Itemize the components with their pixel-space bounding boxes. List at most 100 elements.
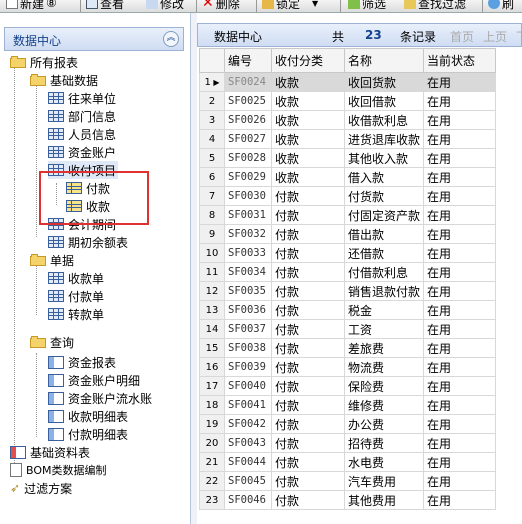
table-row[interactable]: 22 SF0045 付款 汽车费用 在用 [199, 471, 497, 491]
tree-node-fund-account-detail[interactable]: 资金账户明细 [48, 371, 140, 389]
category-cell[interactable]: 付款 [271, 205, 345, 225]
row-number-cell[interactable]: 5 [199, 148, 225, 168]
table-row[interactable]: 17 SF0040 付款 保险费 在用 [199, 376, 497, 396]
table-row[interactable]: 16 SF0039 付款 物流费 在用 [199, 357, 497, 377]
table-row[interactable]: 15 SF0038 付款 差旅费 在用 [199, 338, 497, 358]
name-cell[interactable]: 付借款利息 [343, 262, 425, 282]
table-row[interactable]: 13 SF0036 付款 税金 在用 [199, 300, 497, 320]
table-row[interactable]: 1 ▶ SF0024 收款 收回货款 在用 [199, 72, 497, 92]
category-cell[interactable]: 付款 [271, 452, 345, 472]
code-cell[interactable]: SF0033 [224, 243, 272, 263]
code-cell[interactable]: SF0028 [224, 148, 272, 168]
prev-page-link[interactable]: 上页 [483, 28, 507, 45]
collapse-up-icon[interactable]: ︽ [163, 31, 179, 47]
row-number-cell[interactable]: 14 [199, 319, 225, 339]
name-cell[interactable]: 招待费 [343, 433, 425, 453]
category-cell[interactable]: 付款 [271, 338, 345, 358]
view-button[interactable]: 查看 [86, 0, 124, 11]
name-cell[interactable]: 其他收入款 [343, 148, 425, 168]
code-cell[interactable]: SF0026 [224, 110, 272, 130]
category-cell[interactable]: 付款 [271, 281, 345, 301]
table-row[interactable]: 3 SF0026 收款 收借款利息 在用 [199, 110, 497, 130]
row-number-cell[interactable]: 7 [199, 186, 225, 206]
row-number-cell[interactable]: 9 [199, 224, 225, 244]
category-cell[interactable]: 收款 [271, 148, 345, 168]
tree-node-all-reports[interactable]: 所有报表 [10, 53, 78, 71]
row-number-cell[interactable]: 15 [199, 338, 225, 358]
code-cell[interactable]: SF0035 [224, 281, 272, 301]
tree-node-partners[interactable]: 往来单位 [48, 89, 116, 107]
name-cell[interactable]: 进货退库收款 [343, 129, 425, 149]
row-number-cell[interactable]: 19 [199, 414, 225, 434]
status-cell[interactable]: 在用 [423, 471, 497, 491]
category-cell[interactable]: 付款 [271, 490, 345, 510]
name-cell[interactable]: 借入款 [343, 167, 425, 187]
code-cell[interactable]: SF0040 [224, 376, 272, 396]
row-number-cell[interactable]: 20 [199, 433, 225, 453]
table-row[interactable]: 23 SF0046 付款 其他费用 在用 [199, 490, 497, 510]
tree-node-transfer-doc[interactable]: 转款单 [48, 305, 104, 323]
name-cell[interactable]: 借出款 [343, 224, 425, 244]
table-row[interactable]: 8 SF0031 付款 付固定资产款 在用 [199, 205, 497, 225]
category-cell[interactable]: 收款 [271, 91, 345, 111]
row-number-cell[interactable]: 16 [199, 357, 225, 377]
status-cell[interactable]: 在用 [423, 262, 497, 282]
table-row[interactable]: 19 SF0042 付款 办公费 在用 [199, 414, 497, 434]
status-cell[interactable]: 在用 [423, 224, 497, 244]
table-row[interactable]: 2 SF0025 收款 收回借款 在用 [199, 91, 497, 111]
row-number-cell[interactable]: 23 [199, 490, 225, 510]
name-cell[interactable]: 工资 [343, 319, 425, 339]
status-cell[interactable]: 在用 [423, 414, 497, 434]
status-cell[interactable]: 在用 [423, 167, 497, 187]
code-cell[interactable]: SF0044 [224, 452, 272, 472]
category-cell[interactable]: 付款 [271, 471, 345, 491]
table-row[interactable]: 5 SF0028 收款 其他收入款 在用 [199, 148, 497, 168]
row-number-cell[interactable]: 21 [199, 452, 225, 472]
tree-node-documents[interactable]: 单据 [30, 251, 74, 269]
table-row[interactable]: 21 SF0044 付款 水电费 在用 [199, 452, 497, 472]
tree-node-fund-accounts[interactable]: 资金账户 [48, 143, 116, 161]
category-cell[interactable]: 付款 [271, 243, 345, 263]
status-cell[interactable]: 在用 [423, 72, 497, 92]
status-cell[interactable]: 在用 [423, 205, 497, 225]
name-cell[interactable]: 物流费 [343, 357, 425, 377]
category-cell[interactable]: 收款 [271, 167, 345, 187]
row-number-cell[interactable]: 11 [199, 262, 225, 282]
row-number-cell[interactable]: 18 [199, 395, 225, 415]
code-cell[interactable]: SF0025 [224, 91, 272, 111]
row-number-cell[interactable]: 12 [199, 281, 225, 301]
edit-button[interactable]: 修改 [146, 0, 184, 11]
status-cell[interactable]: 在用 [423, 395, 497, 415]
row-number-cell[interactable]: 10 [199, 243, 225, 263]
name-cell[interactable]: 销售退款付款 [343, 281, 425, 301]
status-cell[interactable]: 在用 [423, 281, 497, 301]
category-cell[interactable]: 付款 [271, 300, 345, 320]
new-button[interactable]: 新建 ⑧ [6, 0, 57, 11]
code-cell[interactable]: SF0030 [224, 186, 272, 206]
category-cell[interactable]: 付款 [271, 224, 345, 244]
category-cell[interactable]: 付款 [271, 414, 345, 434]
first-page-link[interactable]: 首页 [450, 28, 474, 45]
status-cell[interactable]: 在用 [423, 300, 497, 320]
tree-node-basic-data[interactable]: 基础数据 [30, 71, 98, 89]
tree-node-filter-scheme[interactable]: ➶ 过滤方案 [10, 479, 72, 497]
tree-node-basic-info-table[interactable]: 基础资料表 [10, 443, 90, 461]
next-page-link[interactable]: 下 [516, 28, 522, 45]
category-cell[interactable]: 付款 [271, 376, 345, 396]
status-cell[interactable]: 在用 [423, 110, 497, 130]
code-cell[interactable]: SF0034 [224, 262, 272, 282]
delete-button[interactable]: ✕ 删除 [202, 0, 240, 11]
status-cell[interactable]: 在用 [423, 186, 497, 206]
status-cell[interactable]: 在用 [423, 91, 497, 111]
table-row[interactable]: 20 SF0043 付款 招待费 在用 [199, 433, 497, 453]
name-cell[interactable]: 付固定资产款 [343, 205, 425, 225]
name-cell[interactable]: 水电费 [343, 452, 425, 472]
category-cell[interactable]: 收款 [271, 110, 345, 130]
tree-node-payment-doc[interactable]: 付款单 [48, 287, 104, 305]
code-cell[interactable]: SF0041 [224, 395, 272, 415]
row-number-cell[interactable]: 17 [199, 376, 225, 396]
name-cell[interactable]: 维修费 [343, 395, 425, 415]
category-cell[interactable]: 收款 [271, 72, 345, 92]
row-number-cell[interactable]: 2 [199, 91, 225, 111]
code-cell[interactable]: SF0037 [224, 319, 272, 339]
